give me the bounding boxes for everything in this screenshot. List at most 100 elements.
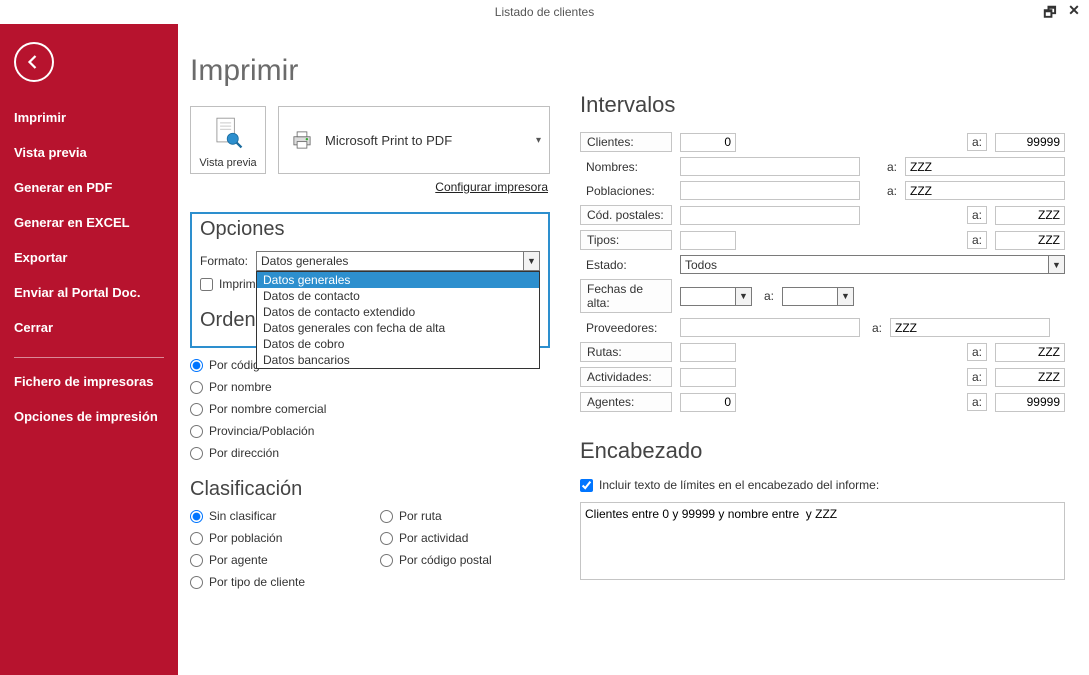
orden-option[interactable]: Por nombre [190,380,550,394]
clasificacion-option[interactable]: Sin clasificar [190,509,360,523]
imprimir-checkbox[interactable] [200,278,213,291]
encabezado-textarea[interactable] [580,502,1065,580]
estado-combobox[interactable]: Todos ▼ [680,255,1065,274]
chevron-down-icon[interactable]: ▼ [735,288,751,305]
intervalo-to-input[interactable] [995,393,1065,412]
intervalo-from-input[interactable] [680,368,736,387]
chevron-down-icon[interactable]: ▼ [837,288,853,305]
radio-input[interactable] [380,554,393,567]
intervalo-from-input[interactable] [680,181,860,200]
intervalo-to-input[interactable] [995,368,1065,387]
fechas-alta-label[interactable]: Fechas de alta: [580,279,672,313]
clasificacion-option[interactable]: Por agente [190,553,360,567]
intervalo-label[interactable]: Actividades: [580,367,672,387]
clasificacion-option[interactable]: Por población [190,531,360,545]
window-controls: 🗗 ✕ [1041,2,1083,26]
intervalo-to-input[interactable] [995,206,1065,225]
formato-dropdown: Datos generalesDatos de contactoDatos de… [256,271,540,369]
chevron-down-icon[interactable]: ▼ [1048,256,1064,273]
orden-radio-group: Por códigoPor nombrePor nombre comercial… [190,358,550,460]
close-icon[interactable]: ✕ [1065,2,1083,26]
sidebar-item[interactable]: Imprimir [0,100,178,135]
formato-option[interactable]: Datos de cobro [257,336,539,352]
formato-option[interactable]: Datos generales con fecha de alta [257,320,539,336]
proveedores-to-input[interactable] [890,318,1050,337]
restore-icon[interactable]: 🗗 [1041,2,1059,26]
orden-option[interactable]: Por nombre comercial [190,402,550,416]
sidebar-item[interactable]: Generar en PDF [0,170,178,205]
formato-label: Formato: [200,254,248,268]
sidebar-item[interactable]: Exportar [0,240,178,275]
a-label[interactable]: a: [967,231,987,249]
radio-label: Por agente [209,553,268,567]
intervalo-from-input[interactable] [680,157,860,176]
estado-value: Todos [685,258,717,272]
clasificacion-option[interactable]: Por ruta [380,509,550,523]
printer-icon [289,127,315,153]
proveedores-from-input[interactable] [680,318,860,337]
intervalo-label[interactable]: Tipos: [580,230,672,250]
fecha-hasta-combo[interactable]: ▼ [782,287,854,306]
chevron-down-icon[interactable]: ▼ [523,252,539,270]
printer-select[interactable]: Microsoft Print to PDF ▾ [278,106,550,174]
a-label[interactable]: a: [967,393,987,411]
preview-button[interactable]: Vista previa [190,106,266,174]
radio-label: Por actividad [399,531,468,545]
back-button[interactable] [14,42,54,82]
radio-label: Provincia/Población [209,424,314,438]
formato-option[interactable]: Datos de contacto [257,288,539,304]
intervalo-to-input[interactable] [995,231,1065,250]
clasificacion-option[interactable]: Por tipo de cliente [190,575,360,589]
radio-input[interactable] [380,510,393,523]
intervalo-to-input[interactable] [995,343,1065,362]
intervalo-label[interactable]: Cód. postales: [580,205,672,225]
sidebar-item[interactable]: Enviar al Portal Doc. [0,275,178,310]
configure-printer-link[interactable]: Configurar impresora [190,180,548,194]
radio-input[interactable] [190,510,203,523]
radio-input[interactable] [380,532,393,545]
formato-combobox[interactable]: Datos generales ▼ Datos generalesDatos d… [256,251,540,271]
radio-input[interactable] [190,403,203,416]
formato-option[interactable]: Datos bancarios [257,352,539,368]
intervalo-to-input[interactable] [905,181,1065,200]
sidebar-item[interactable]: Generar en EXCEL [0,205,178,240]
intervalo-label[interactable]: Clientes: [580,132,672,152]
radio-input[interactable] [190,576,203,589]
intervalo-from-input[interactable] [680,343,736,362]
estado-label: Estado: [580,256,672,274]
radio-input[interactable] [190,425,203,438]
sidebar-item[interactable]: Fichero de impresoras [0,364,178,399]
intervalos-heading: Intervalos [580,92,1065,118]
a-label[interactable]: a: [967,133,987,151]
radio-label: Por ruta [399,509,442,523]
fecha-desde-combo[interactable]: ▼ [680,287,752,306]
sidebar-item[interactable]: Cerrar [0,310,178,345]
radio-input[interactable] [190,381,203,394]
radio-input[interactable] [190,359,203,372]
intervalo-from-input[interactable] [680,393,736,412]
clasificacion-option[interactable]: Por código postal [380,553,550,567]
clasificacion-option[interactable]: Por actividad [380,531,550,545]
intervalo-from-input[interactable] [680,231,736,250]
intervalo-label[interactable]: Rutas: [580,342,672,362]
a-label[interactable]: a: [967,343,987,361]
sidebar-item[interactable]: Opciones de impresión [0,399,178,434]
radio-input[interactable] [190,532,203,545]
radio-input[interactable] [190,447,203,460]
formato-option[interactable]: Datos generales [257,272,539,288]
intervalo-from-input[interactable] [680,206,860,225]
radio-label: Por dirección [209,446,279,460]
formato-option[interactable]: Datos de contacto extendido [257,304,539,320]
a-label[interactable]: a: [967,206,987,224]
incluir-limites-checkbox[interactable] [580,479,593,492]
sidebar-item[interactable]: Vista previa [0,135,178,170]
page-title: Imprimir [190,54,550,88]
a-label[interactable]: a: [967,368,987,386]
intervalo-to-input[interactable] [995,133,1065,152]
intervalo-from-input[interactable] [680,133,736,152]
intervalo-label[interactable]: Agentes: [580,392,672,412]
intervalo-to-input[interactable] [905,157,1065,176]
orden-option[interactable]: Provincia/Población [190,424,550,438]
orden-option[interactable]: Por dirección [190,446,550,460]
radio-input[interactable] [190,554,203,567]
